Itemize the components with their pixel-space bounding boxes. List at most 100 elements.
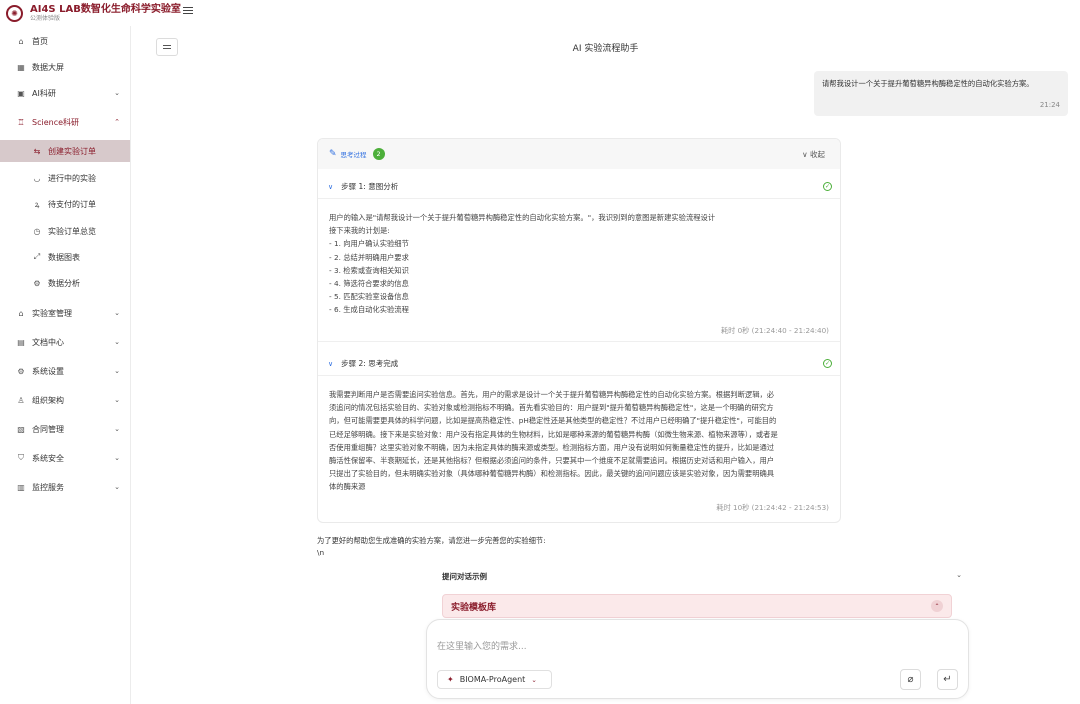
divider (318, 341, 840, 342)
dashboard-icon: ▦ (17, 62, 25, 72)
step-line: 接下来我的计划是: (329, 226, 390, 236)
message-input[interactable]: 在这里输入您的需求... (437, 639, 527, 652)
sidebar-item-label: 系统设置 (32, 366, 64, 376)
create-order-icon: ⇆ (33, 146, 41, 156)
lab-icon: ⌂ (18, 308, 24, 318)
step-line: 须追问的情况包括实验目的、实验对象或检测指标不明确。首先看实验目的：用户提到"提… (329, 403, 774, 413)
sidebar-item-label: 合同管理 (32, 424, 64, 434)
divider (318, 198, 840, 199)
attach-button[interactable]: ⌀ (900, 669, 921, 690)
enter-icon: ↵ (943, 674, 952, 685)
sidebar-item-org-structure[interactable]: ♙ 组织架构 ⌄ (0, 390, 130, 410)
step-line: - 5. 匹配实验室设备信息 (329, 292, 409, 302)
sidebar-item-label: 监控服务 (32, 482, 64, 492)
step-count-badge: 2 (372, 148, 385, 160)
sidebar-item-label: 数据图表 (48, 252, 80, 262)
org-icon: ♙ (17, 395, 25, 405)
step-line: 体的酶来源 (329, 482, 366, 492)
agent-selector[interactable]: ✦ BIOMA-ProAgent ⌄ (437, 670, 552, 689)
pen-icon: ✎ (329, 149, 337, 159)
thinking-header[interactable]: ✎ 思考过程 2 ∨ 收起 (318, 139, 840, 169)
step-line: 否使用重组酶？这里实验对象不明确，因为未指定具体的酶来源或类型。检测指标方面，用… (329, 442, 775, 452)
check-circle-icon: ✓ (823, 182, 832, 191)
overview-icon: ◷ (33, 226, 41, 236)
sidebar-item-monitoring[interactable]: ▥ 监控服务 ⌄ (0, 477, 130, 497)
sidebar-item-home[interactable]: ⌂ 首页 (0, 31, 130, 51)
chevron-up-icon: ⌃ (114, 118, 120, 126)
chevron-down-icon: ⌄ (114, 338, 120, 346)
chart-icon: ⤢ (33, 252, 41, 261)
step-line: 用户的输入是"请帮我设计一个关于提升葡萄糖异构酶稳定性的自动化实验方案。"，我识… (329, 213, 716, 222)
step-line: - 4. 筛选符合要求的信息 (329, 279, 409, 289)
chevron-down-icon: ⌄ (114, 367, 120, 375)
sidebar-item-lab-management[interactable]: ⌂ 实验室管理 ⌄ (0, 303, 130, 323)
page-title: AI 实验流程助手 (572, 44, 639, 54)
sidebar-item-running-experiments[interactable]: ◡ 进行中的实验 (0, 168, 130, 188)
chevron-up-icon[interactable]: ⌃ (931, 600, 943, 612)
monitor-chart-icon: ▥ (17, 482, 25, 492)
step-1-header[interactable]: ∨ 步骤 1: 意图分析 ✓ (328, 181, 832, 192)
sidebar-item-label: Science科研 (32, 117, 80, 127)
step-title: 步骤 1: 意图分析 (341, 182, 399, 191)
sidebar-item-system-security[interactable]: ⛉ 系统安全 ⌄ (0, 448, 130, 468)
home-icon: ⌂ (18, 36, 24, 46)
template-library-panel[interactable]: 实验模板库 ⌃ (442, 594, 952, 618)
sidebar-item-order-overview[interactable]: ◷ 实验订单总览 (0, 221, 130, 241)
dialogue-examples-toggle[interactable]: 提问对话示例 ⌄ (442, 571, 962, 586)
monitor-icon: ▣ (17, 88, 25, 98)
template-library-title: 实验模板库 (451, 602, 497, 613)
chevron-down-icon: ⌄ (956, 571, 962, 579)
paperclip-icon: ⌀ (907, 674, 914, 685)
sidebar-item-ai-research[interactable]: ▣ AI科研 ⌄ (0, 83, 130, 103)
message-composer[interactable]: 在这里输入您的需求... ✦ BIOMA-ProAgent ⌄ ⌀ ↵ (426, 619, 969, 699)
assistant-reply: 为了更好的帮助您生成准确的实验方案，请您进一步完善您的实验细节: \n (317, 535, 546, 559)
reply-line: 为了更好的帮助您生成准确的实验方案，请您进一步完善您的实验细节: (317, 536, 546, 545)
sidebar-item-label: 实验订单总览 (48, 226, 96, 236)
sidebar-item-document-center[interactable]: ▤ 文档中心 ⌄ (0, 332, 130, 352)
sidebar-item-label: 创建实验订单 (48, 146, 96, 156)
sidebar-item-label: 系统安全 (32, 453, 64, 463)
sidebar-item-pending-payment[interactable]: ꝝ 待支付的订单 (0, 194, 130, 214)
sidebar-item-label: 文档中心 (32, 337, 64, 347)
document-icon: ▤ (17, 337, 25, 347)
sidebar: ⌂ 首页 ▦ 数据大屏 ▣ AI科研 ⌄ ♖ Science科研 ⌃ ⇆ 创建实… (0, 26, 131, 704)
flask-icon: ♖ (17, 117, 25, 127)
app-title: AI4S LAB数智化生命科学实验室 (30, 3, 181, 15)
step-line: 只提出了实验目的，但未明确实验对象（具体哪种葡萄糖异构酶）和检测指标。因此，最关… (329, 469, 775, 479)
step-2-header[interactable]: ∨ 步骤 2: 思考完成 ✓ (328, 358, 832, 369)
thinking-label: 思考过程 (340, 151, 367, 159)
chevron-down-icon: ⌄ (114, 425, 120, 433)
step-2-duration: 耗时 10秒 (21:24:42 - 21:24:53) (716, 503, 829, 512)
user-message-bubble: 请帮我设计一个关于提升葡萄糖异构酶稳定性的自动化实验方案。 21:24 (814, 71, 1068, 116)
message-time: 21:24 (1039, 101, 1060, 109)
thinking-process-card: ✎ 思考过程 2 ∨ 收起 ∨ 步骤 1: 意图分析 ✓ 用户的输入是"请帮我设… (317, 138, 841, 523)
menu-toggle-icon[interactable] (183, 7, 193, 17)
chevron-down-icon: ⌄ (531, 675, 537, 684)
step-line: 酶活性保留率、半衰期延长，还是其他指标？但根据必须追问的条件，只要其中一个维度不… (329, 456, 775, 466)
settings-icon: ⚙ (17, 366, 25, 376)
sidebar-item-label: 待支付的订单 (48, 199, 96, 209)
sidebar-item-data-charts[interactable]: ⤢ 数据图表 (0, 247, 130, 267)
sidebar-item-label: AI科研 (32, 88, 56, 98)
examples-title: 提问对话示例 (442, 572, 487, 581)
collapse-toggle[interactable]: ∨ 收起 (802, 149, 825, 160)
sidebar-item-data-screen[interactable]: ▦ 数据大屏 (0, 57, 130, 77)
sidebar-item-label: 首页 (32, 36, 48, 46)
send-button[interactable]: ↵ (937, 669, 958, 690)
sidebar-item-create-order[interactable]: ⇆ 创建实验订单 (0, 140, 130, 162)
logo: ✺ (6, 4, 23, 22)
sidebar-item-contract-management[interactable]: ▧ 合同管理 ⌄ (0, 419, 130, 439)
payment-icon: ꝝ (34, 199, 40, 209)
chevron-down-icon: ∨ (328, 182, 334, 191)
step-2-content: 我需要判断用户是否需要追问实验信息。首先，用户的需求是设计一个关于提升葡萄糖异构… (329, 388, 833, 494)
sidebar-item-system-settings[interactable]: ⚙ 系统设置 ⌄ (0, 361, 130, 381)
chevron-down-icon: ⌄ (114, 89, 120, 97)
sidebar-item-label: 实验室管理 (32, 308, 72, 318)
top-header: ✺ AI4S LAB数智化生命科学实验室 公测体验版 (0, 0, 1080, 26)
sidebar-item-data-analysis[interactable]: ⚙ 数据分析 (0, 273, 130, 293)
divider (318, 375, 840, 376)
sidebar-item-science-research[interactable]: ♖ Science科研 ⌃ (0, 112, 130, 132)
sidebar-item-label: 数据分析 (48, 278, 80, 288)
chevron-down-icon: ⌄ (114, 454, 120, 462)
loading-icon: ◡ (33, 173, 41, 183)
